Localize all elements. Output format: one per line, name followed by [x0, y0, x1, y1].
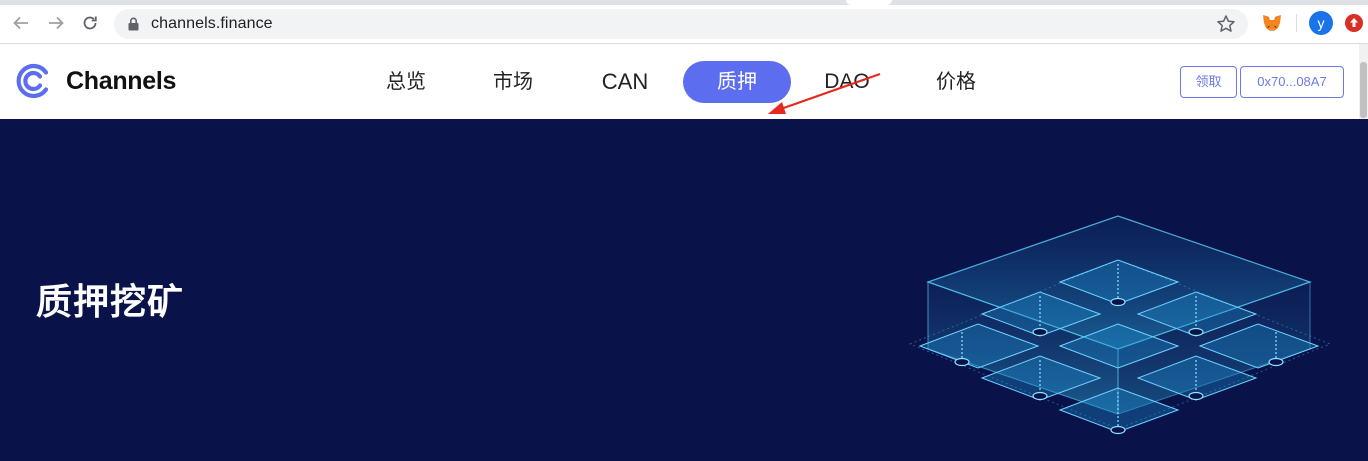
claim-button[interactable]: 领取 [1180, 66, 1237, 98]
lock-icon [128, 17, 139, 31]
toolbar-separator [1296, 14, 1297, 32]
reload-icon [83, 16, 97, 30]
profile-initial: y [1317, 15, 1325, 31]
site-header: Channels 总览 市场 CAN 质押 DAO 价格 领取 0x70...0… [0, 44, 1368, 119]
tab-strip [0, 0, 1368, 5]
upload-badge-icon [1345, 14, 1363, 32]
url-text: channels.finance [151, 15, 273, 32]
metamask-fox-icon [1263, 15, 1281, 31]
channels-logo-icon [16, 63, 49, 99]
address-bar[interactable]: channels.finance [114, 9, 1248, 39]
nav-item-market[interactable]: 市场 [474, 61, 552, 103]
brand-logo[interactable]: Channels [16, 63, 176, 99]
browser-toolbar: channels.finance y [0, 0, 1368, 44]
arrow-left-icon [13, 16, 28, 30]
staking-platform-illustration [908, 215, 1332, 435]
wallet-address-button[interactable]: 0x70...08A7 [1240, 66, 1344, 98]
arrow-right-icon [49, 16, 64, 30]
forward-button[interactable] [45, 12, 67, 34]
profile-avatar[interactable]: y [1309, 11, 1333, 35]
brand-name: Channels [66, 66, 177, 95]
hero-banner: 质押挖矿 [0, 119, 1368, 461]
back-button[interactable] [10, 12, 32, 34]
nav-item-can[interactable]: CAN [585, 61, 665, 103]
nav-item-overview[interactable]: 总览 [367, 61, 445, 103]
page-title: 质押挖矿 [36, 281, 185, 322]
nav-item-staking[interactable]: 质押 [683, 61, 791, 103]
page-scrollbar[interactable] [1359, 44, 1368, 119]
reload-button[interactable] [79, 12, 101, 34]
star-icon[interactable] [1216, 14, 1236, 34]
nav-item-dao[interactable]: DAO [807, 61, 887, 103]
extension-badge-button[interactable] [1344, 13, 1364, 33]
metamask-extension-button[interactable] [1260, 11, 1284, 35]
nav-item-price[interactable]: 价格 [917, 61, 995, 103]
